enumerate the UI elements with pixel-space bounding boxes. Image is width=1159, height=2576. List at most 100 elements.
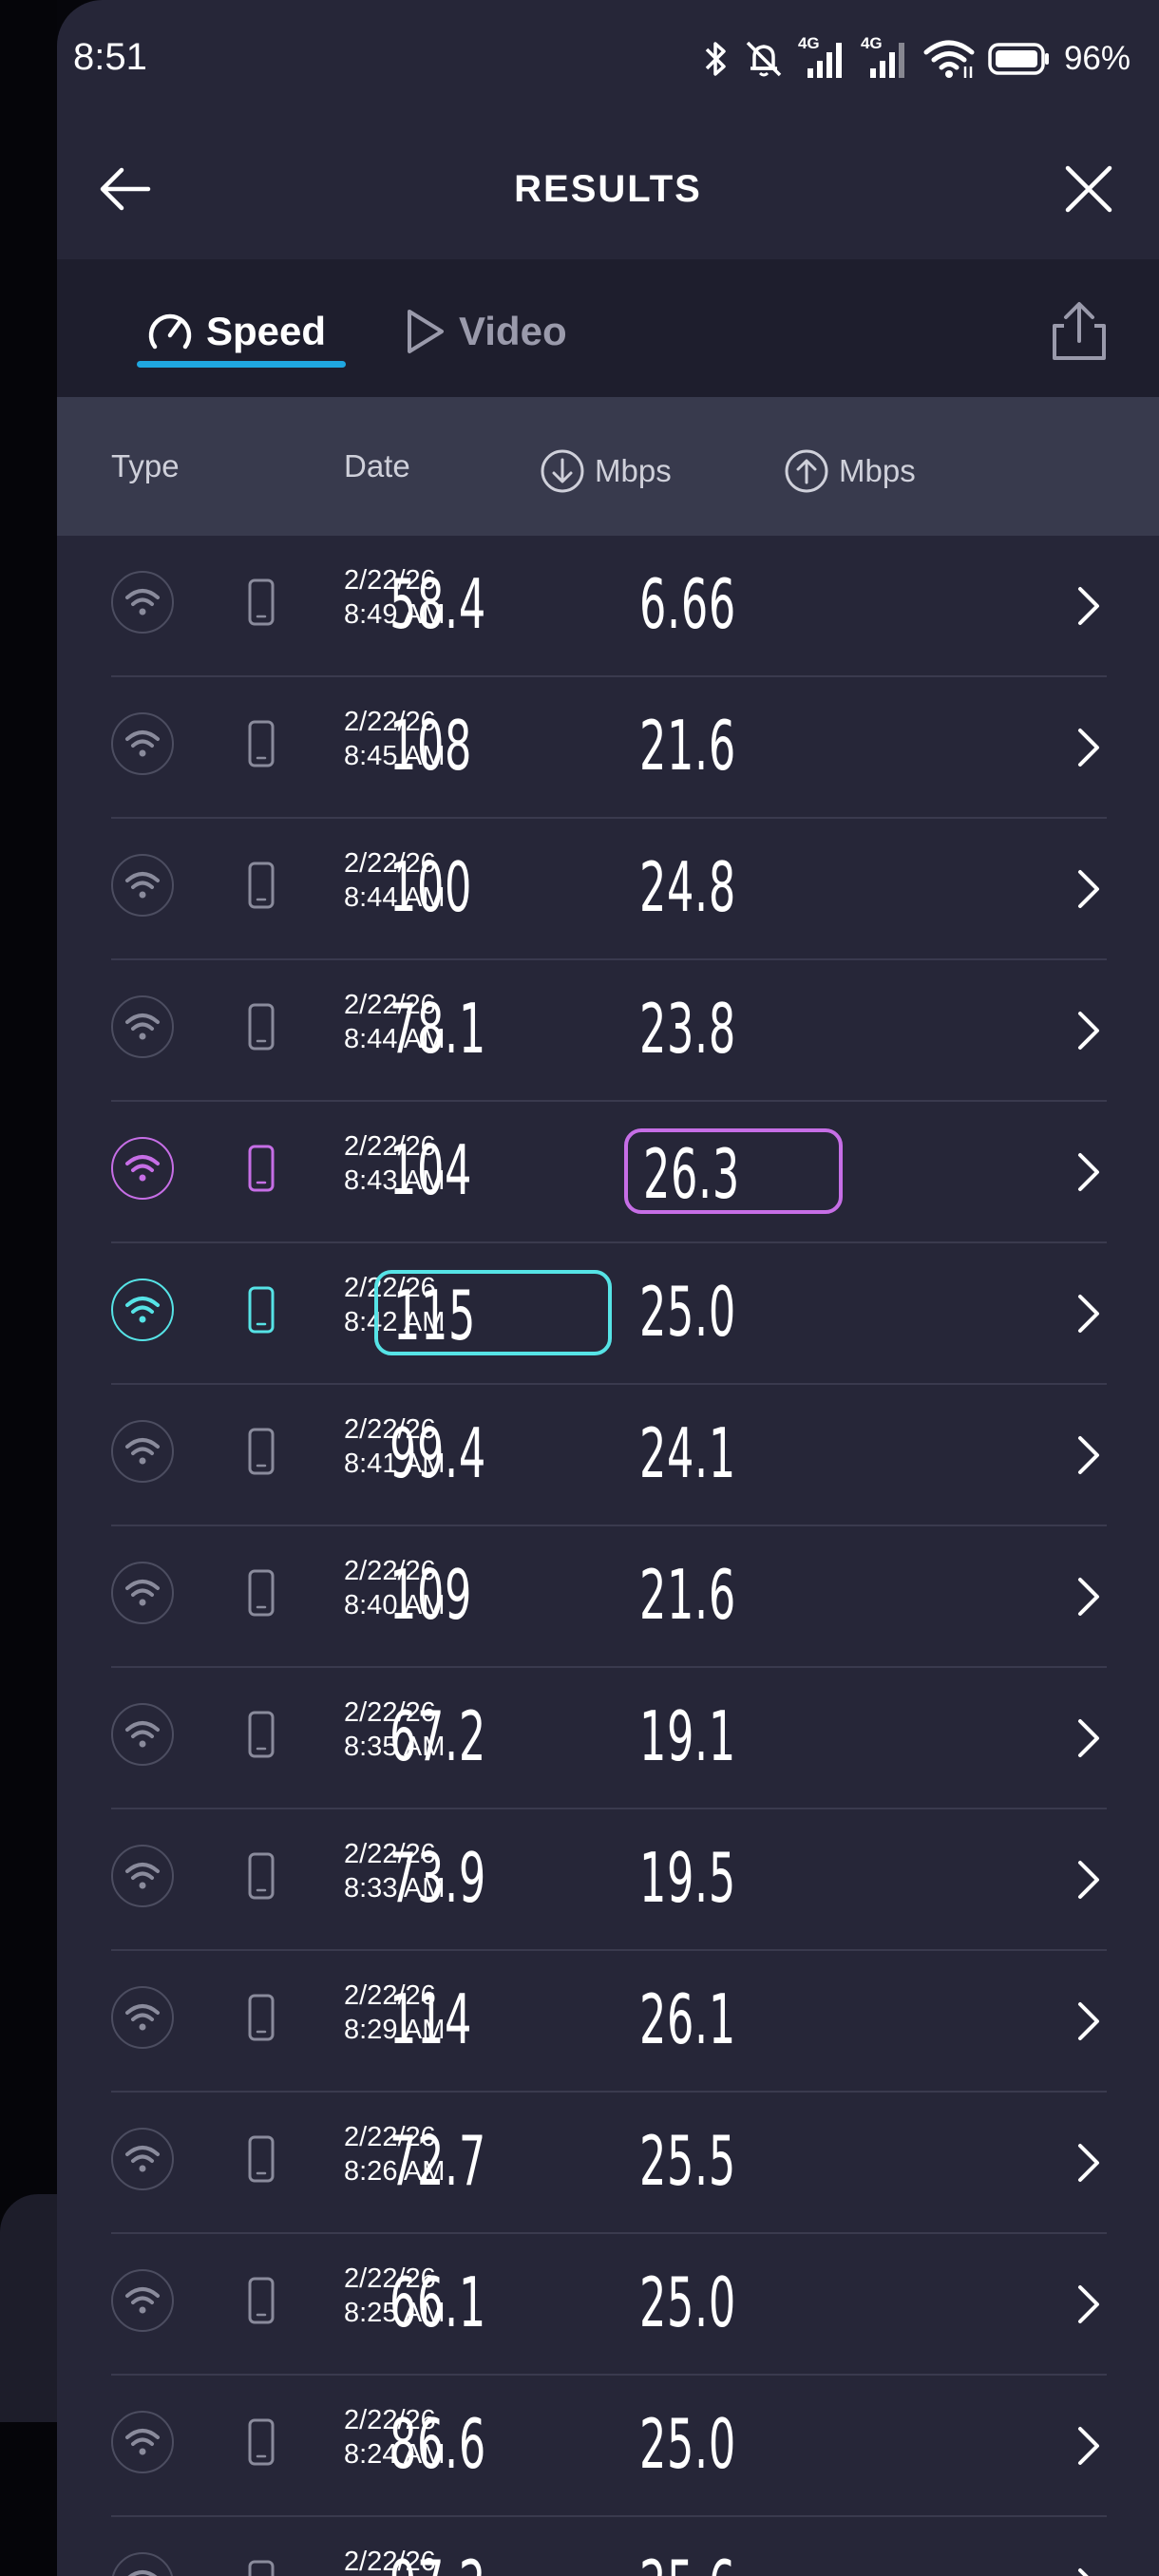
result-download-speed: 108	[374, 704, 612, 789]
wifi-icon	[111, 2128, 174, 2190]
chevron-right-icon[interactable]	[1074, 866, 1103, 912]
chevron-right-icon[interactable]	[1074, 2140, 1103, 2186]
download-arrow-icon	[541, 449, 584, 493]
download-value: 78.1	[390, 989, 486, 1069]
upload-value: 24.8	[639, 847, 736, 927]
chevron-right-icon[interactable]	[1074, 1574, 1103, 1619]
result-upload-speed: 21.6	[624, 704, 843, 789]
speedometer-icon	[148, 313, 192, 350]
result-row[interactable]: 2/22/26 8:44 AM 100 24.8	[111, 819, 1107, 960]
upload-value: 25.0	[639, 2263, 736, 2342]
upload-value: 24.1	[639, 1413, 736, 1493]
result-row[interactable]: 2/22/26 8:33 AM 73.9 19.5	[111, 1809, 1107, 1951]
result-download-speed: 97.2	[374, 2544, 612, 2576]
phone-icon	[248, 2277, 275, 2324]
result-download-speed: 115	[374, 1270, 612, 1355]
phone-icon	[248, 1145, 275, 1192]
result-download-speed: 73.9	[374, 1836, 612, 1922]
wifi-icon	[111, 1562, 174, 1624]
wifi-icon	[111, 2269, 174, 2332]
cellular-signal-1: 4G	[798, 34, 847, 80]
tab-video[interactable]: Video	[404, 305, 567, 358]
chevron-right-icon[interactable]	[1074, 1008, 1103, 1053]
download-value: 104	[390, 1130, 473, 1210]
tab-speed[interactable]: Speed	[145, 305, 326, 358]
result-row[interactable]: 2/22/26 8:25 AM 66.1 25.0	[111, 2234, 1107, 2376]
result-row[interactable]: 2/22/26 8:26 AM 72.7 25.5	[111, 2093, 1107, 2234]
download-value: 67.2	[390, 1696, 486, 1776]
result-upload-speed: 24.8	[624, 845, 843, 931]
result-row[interactable]: 2/22/26 8:45 AM 108 21.6	[111, 677, 1107, 819]
result-row[interactable]: 2/22/26 8:49 AM 58.4 6.66	[111, 536, 1107, 677]
chevron-right-icon[interactable]	[1074, 1715, 1103, 1761]
upload-value: 19.5	[639, 1838, 736, 1918]
wifi-icon	[111, 712, 174, 775]
download-value: 58.4	[390, 564, 486, 644]
page-title: RESULTS	[514, 168, 702, 210]
background-card-edge	[0, 2194, 57, 2422]
column-download-label: Mbps	[595, 453, 672, 488]
upload-value: 25.0	[639, 1272, 736, 1352]
result-row[interactable]: 2/22/26 8:44 AM 78.1 23.8	[111, 960, 1107, 1102]
upload-arrow-icon	[785, 449, 828, 493]
chevron-right-icon[interactable]	[1074, 725, 1103, 770]
tab-bar: Speed Video	[57, 259, 1159, 397]
phone-icon	[248, 1852, 275, 1900]
download-value: 114	[390, 1979, 473, 2059]
upload-value: 25.5	[639, 2121, 736, 2201]
result-row[interactable]: 2/22/26 8:35 AM 67.2 19.1	[111, 1668, 1107, 1809]
column-date-label: Date	[344, 448, 410, 483]
results-column-header: Type Date Mbps Mbps	[57, 397, 1159, 536]
battery-percentage: 96%	[1063, 40, 1130, 77]
column-type: Type	[111, 448, 180, 484]
results-screen: 8:51 4G 4G 96% RESULTS Speed Video Type …	[57, 0, 1159, 2576]
chevron-right-icon[interactable]	[1074, 1149, 1103, 1195]
close-icon[interactable]	[1060, 161, 1117, 218]
status-time: 8:51	[73, 36, 147, 78]
chevron-right-icon[interactable]	[1074, 2282, 1103, 2327]
result-upload-speed: 25.0	[624, 2402, 843, 2488]
chevron-right-icon[interactable]	[1074, 1291, 1103, 1336]
result-row[interactable]: 2/22/26 8:41 AM 99.4 24.1	[111, 1385, 1107, 1526]
result-row[interactable]: 2/22/26 8:43 AM 104 26.3	[111, 1102, 1107, 1243]
upload-value: 25.6	[639, 2544, 736, 2576]
phone-icon	[248, 1428, 275, 1475]
column-upload[interactable]: Mbps	[784, 448, 916, 494]
column-download[interactable]: Mbps	[540, 448, 672, 494]
wifi-icon	[111, 854, 174, 917]
status-bar: 8:51 4G 4G 96%	[57, 0, 1159, 119]
wifi-icon	[111, 571, 174, 634]
wifi-icon	[111, 2411, 174, 2473]
wifi-icon	[111, 1845, 174, 1907]
signal-icon	[807, 43, 842, 78]
chevron-right-icon[interactable]	[1074, 1432, 1103, 1478]
bell-muted-icon	[746, 41, 782, 77]
result-row[interactable]: 2/22/268:23 AM97.225.6	[111, 2517, 1107, 2576]
phone-icon	[248, 578, 275, 626]
result-upload-speed: 19.1	[624, 1695, 843, 1780]
phone-icon	[248, 1003, 275, 1051]
upload-value: 26.1	[639, 1979, 736, 2059]
result-download-speed: 66.1	[374, 2261, 612, 2346]
chevron-right-icon[interactable]	[1074, 1857, 1103, 1903]
result-row[interactable]: 2/22/26 8:24 AM 86.6 25.0	[111, 2376, 1107, 2517]
tab-video-label: Video	[459, 309, 567, 353]
result-row[interactable]: 2/22/26 8:29 AM 114 26.1	[111, 1951, 1107, 2093]
upload-value: 21.6	[639, 1555, 736, 1635]
result-download-speed: 78.1	[374, 987, 612, 1072]
chevron-right-icon[interactable]	[1074, 583, 1103, 629]
battery-icon	[988, 43, 1049, 75]
column-date[interactable]: Date	[344, 448, 410, 484]
result-row[interactable]: 2/22/26 8:42 AM 115 25.0	[111, 1243, 1107, 1385]
share-icon[interactable]	[1049, 299, 1110, 364]
phone-icon	[248, 720, 275, 767]
active-tab-indicator	[137, 361, 346, 368]
result-download-speed: 100	[374, 845, 612, 931]
chevron-right-icon[interactable]	[1074, 2423, 1103, 2469]
upload-value: 25.0	[639, 2404, 736, 2484]
chevron-right-icon[interactable]	[1074, 1998, 1103, 2044]
result-row[interactable]: 2/22/26 8:40 AM 109 21.6	[111, 1526, 1107, 1668]
chevron-right-icon[interactable]	[1074, 2565, 1103, 2576]
tab-speed-label: Speed	[206, 309, 327, 353]
column-upload-label: Mbps	[839, 453, 916, 488]
